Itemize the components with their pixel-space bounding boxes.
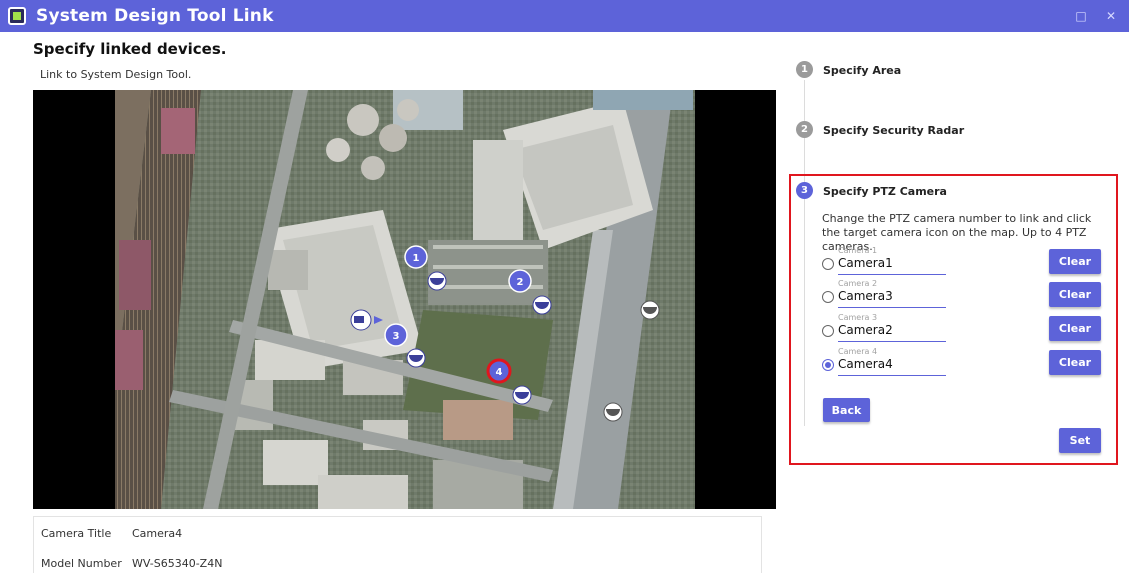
camera-4-clear-button[interactable]: Clear xyxy=(1049,350,1101,375)
map-pin-label: 1 xyxy=(413,253,420,264)
camera-4-underline xyxy=(838,375,946,376)
camera-icon[interactable] xyxy=(427,271,447,291)
step-3-number: 3 xyxy=(796,182,813,199)
camera-1-radio[interactable] xyxy=(822,258,834,270)
camera-icon[interactable] xyxy=(512,385,532,405)
camera-1-clear-button[interactable]: Clear xyxy=(1049,249,1101,274)
map-pin-2[interactable]: 2 xyxy=(508,269,532,293)
camera-1-underline xyxy=(838,274,946,275)
step-1-number: 1 xyxy=(796,61,813,78)
camera-3-field-label: Camera 3 xyxy=(838,313,878,322)
camera-info-panel: Camera Title Camera4 Model Number WV-S65… xyxy=(33,516,762,573)
camera-2-field[interactable]: Camera3 xyxy=(838,289,893,303)
camera-2-clear-button[interactable]: Clear xyxy=(1049,282,1101,307)
map-pin-3[interactable]: 3 xyxy=(384,323,408,347)
camera-2-row: Camera 2 Camera3 Clear xyxy=(822,279,1102,312)
page-subtitle: Link to System Design Tool. xyxy=(40,68,192,81)
camera-4-field[interactable]: Camera4 xyxy=(838,357,893,371)
step-1-label: Specify Area xyxy=(823,64,902,77)
step-2-number: 2 xyxy=(796,121,813,138)
set-button[interactable]: Set xyxy=(1059,428,1101,453)
camera-title-label: Camera Title xyxy=(41,527,112,540)
step-3-label: Specify PTZ Camera xyxy=(823,185,947,198)
camera-3-underline xyxy=(838,341,946,342)
map-pin-label: 4 xyxy=(496,367,503,378)
page-title: Specify linked devices. xyxy=(33,40,227,58)
model-number-row: Model Number WV-S65340-Z4N xyxy=(41,557,222,570)
aerial-map: 1 2 3 4 xyxy=(115,90,695,509)
camera-1-field-label: Camera 1 xyxy=(838,246,878,255)
camera-icon[interactable] xyxy=(350,309,372,331)
camera-2-radio[interactable] xyxy=(822,291,834,303)
camera-4-radio[interactable] xyxy=(822,359,834,371)
camera-icon[interactable] xyxy=(640,300,660,320)
back-button[interactable]: Back xyxy=(823,398,870,422)
camera-icon[interactable] xyxy=(603,402,623,422)
camera-4-field-label: Camera 4 xyxy=(838,347,878,356)
close-icon[interactable]: ✕ xyxy=(1103,8,1119,24)
camera-3-field[interactable]: Camera2 xyxy=(838,323,893,337)
camera-title-row: Camera Title Camera4 xyxy=(41,527,182,540)
camera-3-clear-button[interactable]: Clear xyxy=(1049,316,1101,341)
camera-4-row: Camera 4 Camera4 Clear xyxy=(822,347,1102,380)
camera-2-underline xyxy=(838,307,946,308)
camera-2-field-label: Camera 2 xyxy=(838,279,878,288)
model-number-label: Model Number xyxy=(41,557,122,570)
map-pin-label: 2 xyxy=(517,277,524,288)
map-pin-label: 3 xyxy=(393,331,400,342)
camera-3-row: Camera 3 Camera2 Clear xyxy=(822,313,1102,346)
camera-3-radio[interactable] xyxy=(822,325,834,337)
map-view[interactable]: 1 2 3 4 xyxy=(33,90,776,509)
camera-icon[interactable] xyxy=(532,295,552,315)
camera-1-row: Camera 1 Camera1 Clear xyxy=(822,246,1102,279)
app-logo-icon xyxy=(8,7,26,25)
window-title: System Design Tool Link xyxy=(36,6,274,26)
model-number-value: WV-S65340-Z4N xyxy=(132,557,223,570)
step-2-label: Specify Security Radar xyxy=(823,124,965,137)
maximize-icon[interactable]: □ xyxy=(1073,8,1089,24)
map-pin-1[interactable]: 1 xyxy=(404,245,428,269)
camera-1-field[interactable]: Camera1 xyxy=(838,256,893,270)
map-pin-4-selected[interactable]: 4 xyxy=(486,358,512,384)
camera-icon[interactable] xyxy=(406,348,426,368)
title-bar: System Design Tool Link □ ✕ xyxy=(0,0,1129,32)
camera-title-value: Camera4 xyxy=(132,527,183,540)
